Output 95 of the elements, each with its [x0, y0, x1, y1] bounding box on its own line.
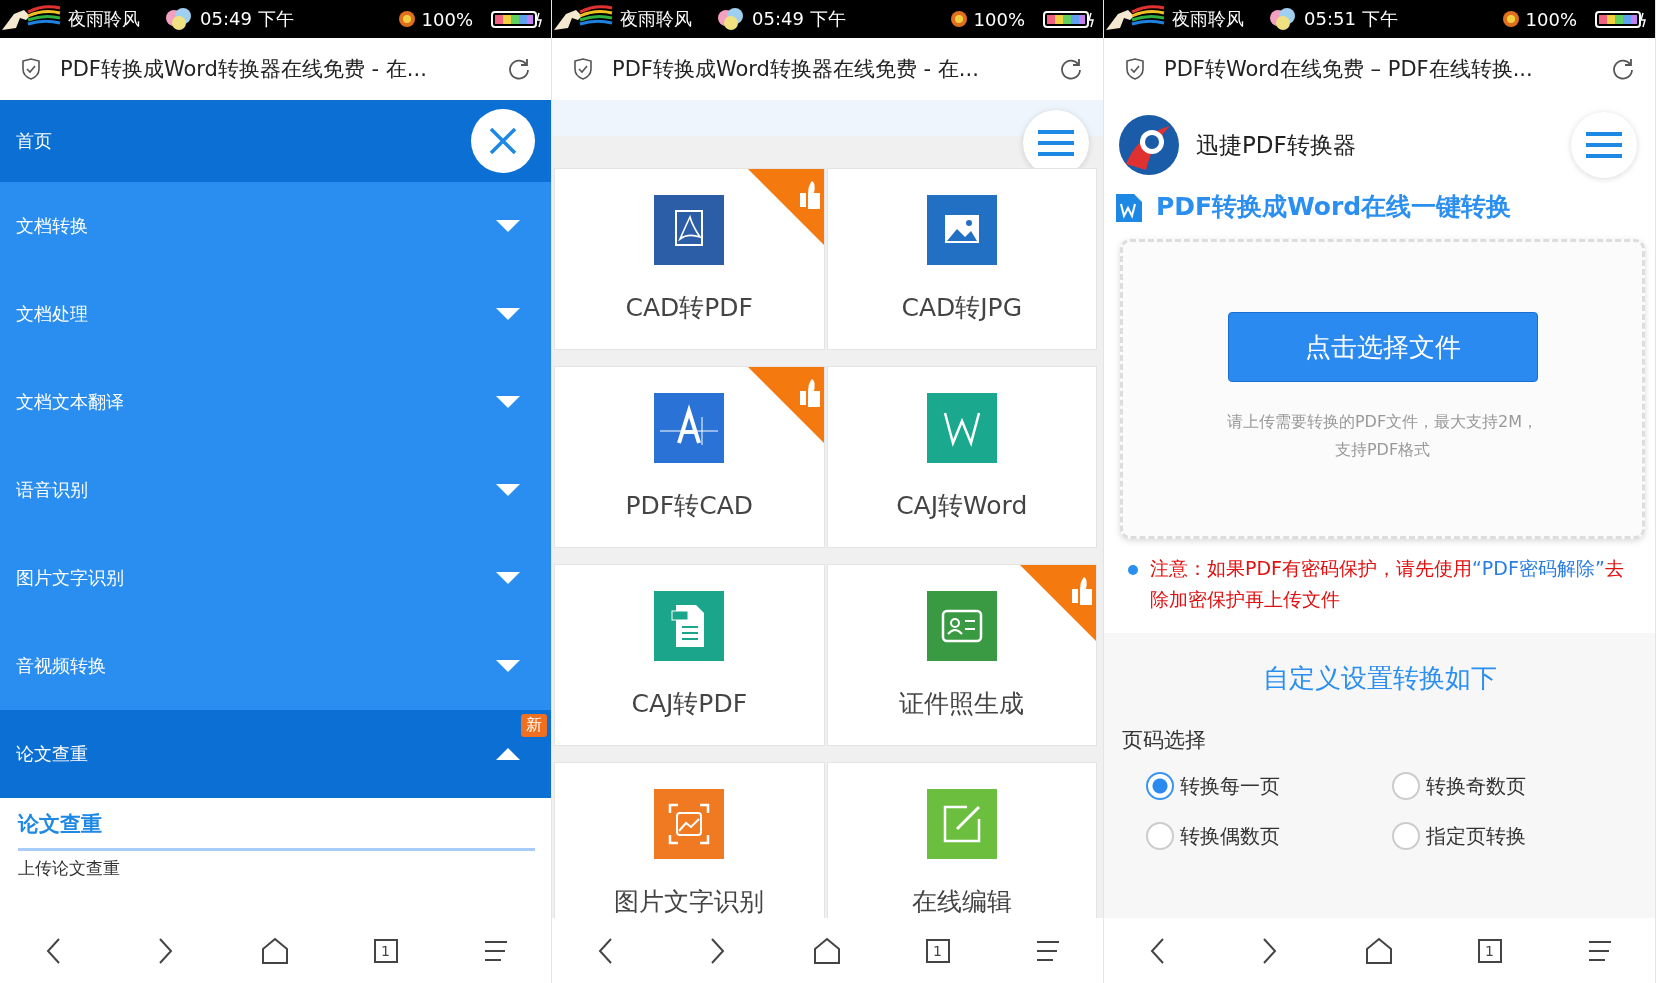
- menu-item[interactable]: 论文查重 新: [0, 710, 551, 798]
- menu-item-label: 语音识别: [16, 478, 88, 502]
- page-title[interactable]: PDF转Word在线免费 – PDF在线转换...: [1164, 55, 1593, 83]
- caret-icon: [495, 571, 521, 585]
- tool-label: 证件照生成: [899, 687, 1025, 720]
- tool-tile[interactable]: CAD转PDF: [554, 168, 825, 350]
- close-icon[interactable]: [471, 109, 535, 173]
- tool-tile[interactable]: 在线编辑: [826, 762, 1097, 918]
- home-icon[interactable]: [1364, 936, 1393, 965]
- caret-icon: [495, 307, 521, 321]
- caret-icon: [495, 483, 521, 497]
- upload-drop-zone[interactable]: 点击选择文件 请上传需要转换的PDF文件，最大支持2M， 支持PDF格式: [1120, 239, 1645, 539]
- menu-item-label: 文档文本翻译: [16, 390, 124, 414]
- radio-button[interactable]: [1146, 822, 1174, 850]
- battery-icon: [491, 9, 543, 29]
- caret-icon: [495, 659, 521, 673]
- menu-item-label: 音视频转换: [16, 654, 106, 678]
- menu-item-label: 图片文字识别: [16, 566, 124, 590]
- word-file-icon: [1116, 191, 1142, 222]
- tool-label: CAJ转Word: [896, 489, 1028, 522]
- menu-item-label: 论文查重: [16, 742, 88, 766]
- menu-item[interactable]: 首页: [0, 100, 551, 182]
- shield-icon: [1124, 57, 1146, 81]
- upload-hint: 请上传需要转换的PDF文件，最大支持2M，: [1226, 411, 1539, 433]
- sun-icon: [949, 10, 968, 28]
- radio-button[interactable]: [1146, 772, 1174, 800]
- radio-label[interactable]: 转换每一页: [1180, 772, 1280, 800]
- menu-icon[interactable]: [1586, 939, 1613, 962]
- menu-button[interactable]: [1571, 112, 1637, 178]
- balloons-icon: [1268, 6, 1298, 32]
- submenu-heading: 论文查重: [18, 810, 535, 851]
- carrier-name: 夜雨聆风: [1172, 7, 1244, 31]
- tool-tile[interactable]: CAD转JPG: [826, 168, 1097, 350]
- tool-tile[interactable]: PDF转CAD: [554, 366, 825, 548]
- carrier-name: 夜雨聆风: [620, 7, 692, 31]
- tool-label: 在线编辑: [911, 885, 1012, 918]
- tool-label: CAJ转PDF: [631, 687, 748, 720]
- radio-button[interactable]: [1391, 772, 1420, 800]
- radio-label[interactable]: 指定页转换: [1425, 822, 1526, 850]
- brand-name: 迅捷PDF转换器: [1196, 130, 1357, 160]
- page-range-label: 页码选择: [1122, 727, 1207, 754]
- shield-icon: [20, 57, 42, 81]
- home-icon[interactable]: [812, 936, 841, 965]
- shield-icon: [572, 57, 594, 81]
- menu-item-label: 首页: [16, 129, 52, 153]
- battery-percent: 100%: [1525, 8, 1577, 30]
- submenu-link[interactable]: 上传论文查重: [18, 851, 535, 880]
- battery-icon: [1595, 9, 1647, 29]
- sun-icon: [397, 10, 416, 28]
- menu-icon[interactable]: [482, 939, 509, 962]
- battery-icon: [1043, 9, 1095, 29]
- reload-icon[interactable]: [507, 57, 531, 81]
- caret-icon: [495, 219, 521, 233]
- battery-percent: 100%: [973, 8, 1025, 30]
- tool-label: CAD转JPG: [901, 291, 1023, 324]
- new-badge: 新: [521, 714, 547, 737]
- tool-label: CAD转PDF: [625, 291, 753, 324]
- notice-text: 注意：如果PDF有密码保护，请先使用“PDF密码解除”去除加密保护再上传文件: [1150, 556, 1625, 612]
- balloons-icon: [164, 6, 194, 32]
- radio-label[interactable]: 转换偶数页: [1180, 822, 1280, 850]
- tool-label: 图片文字识别: [614, 885, 765, 918]
- tool-tile[interactable]: 证件照生成: [826, 564, 1097, 746]
- password-removal-link[interactable]: “PDF密码解除”: [1472, 557, 1605, 579]
- tool-tile[interactable]: CAJ转Word: [826, 366, 1097, 548]
- bullet-icon: [1128, 565, 1138, 575]
- sun-icon: [1501, 10, 1520, 28]
- tab-count-button[interactable]: 1: [373, 938, 398, 963]
- upload-hint: 支持PDF格式: [1333, 439, 1432, 461]
- clock-time: 05:49 下午: [200, 7, 294, 31]
- radio-button[interactable]: [1391, 822, 1420, 850]
- settings-title: 自定义设置转换如下: [1261, 662, 1498, 695]
- brand-logo-icon: [1118, 114, 1180, 176]
- page-title[interactable]: PDF转换成Word转换器在线免费 - 在...: [60, 55, 489, 83]
- tool-label: PDF转CAD: [625, 489, 753, 522]
- menu-item-label: 文档转换: [16, 214, 88, 238]
- page-heading: PDF转换成Word在线一键转换: [1156, 191, 1512, 223]
- clock-time: 05:49 下午: [752, 7, 846, 31]
- tab-count-button[interactable]: 1: [925, 938, 950, 963]
- battery-percent: 100%: [421, 8, 473, 30]
- tool-tile[interactable]: 图片文字识别: [554, 762, 825, 918]
- tool-tile[interactable]: CAJ转PDF: [554, 564, 825, 746]
- home-icon[interactable]: [260, 936, 289, 965]
- page-title[interactable]: PDF转换成Word转换器在线免费 - 在...: [612, 55, 1041, 83]
- reload-icon[interactable]: [1611, 57, 1635, 81]
- tab-count-button[interactable]: 1: [1477, 938, 1502, 963]
- radio-label[interactable]: 转换奇数页: [1425, 772, 1526, 800]
- clock-time: 05:51 下午: [1304, 7, 1398, 31]
- menu-item-label: 文档处理: [16, 302, 88, 326]
- caret-icon: [495, 395, 521, 409]
- carrier-name: 夜雨聆风: [68, 7, 140, 31]
- menu-icon[interactable]: [1034, 939, 1061, 962]
- balloons-icon: [716, 6, 746, 32]
- reload-icon[interactable]: [1059, 57, 1083, 81]
- caret-icon: [495, 747, 521, 761]
- select-file-button[interactable]: 点击选择文件: [1227, 312, 1538, 382]
